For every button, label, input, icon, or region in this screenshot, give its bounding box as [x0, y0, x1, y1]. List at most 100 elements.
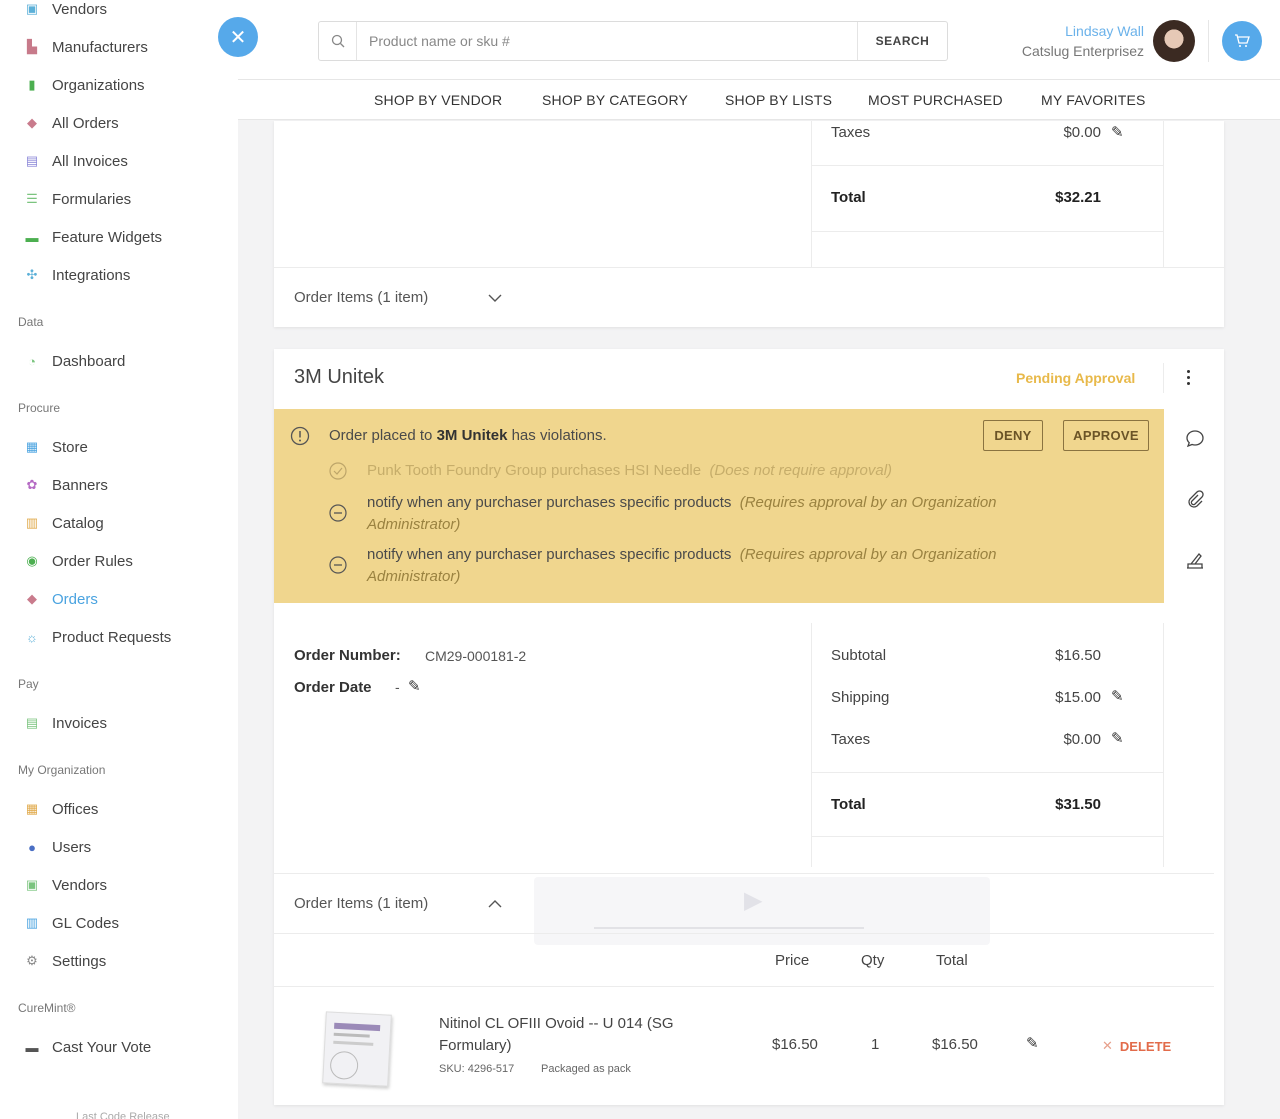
order-items-toggle[interactable]: Order Items (1 item) — [294, 289, 502, 306]
close-icon: ✕ — [229, 26, 247, 49]
gauge-icon: ◔ — [28, 353, 36, 369]
vendor-icon: ▣ — [25, 1, 39, 16]
divider — [811, 623, 812, 867]
nav-shop-by-vendor[interactable]: SHOP BY VENDOR — [374, 92, 502, 108]
search-input[interactable] — [357, 22, 857, 60]
divider — [274, 986, 1214, 987]
more-options-icon[interactable] — [1180, 365, 1196, 389]
sidebar-item-invoices[interactable]: ▤ Invoices — [24, 712, 107, 734]
user-company: Catslug Enterprisez — [1021, 43, 1144, 59]
sidebar-item-banners[interactable]: ✿ Banners — [24, 474, 108, 496]
shipping-value: $15.00 — [1055, 689, 1101, 706]
order-date-label: Order Date — [294, 679, 372, 696]
factory-icon: ▙ — [27, 39, 37, 54]
divider — [1163, 121, 1164, 267]
nav-shop-by-category[interactable]: SHOP BY CATEGORY — [542, 92, 688, 108]
sidebar-item-organizations[interactable]: ▮ Organizations — [24, 74, 144, 96]
chevron-up-icon — [488, 895, 502, 912]
tag-icon: ◆ — [27, 591, 37, 606]
paperclip-icon[interactable] — [1184, 488, 1206, 510]
sidebar-item-settings[interactable]: ⚙ Settings — [24, 950, 106, 972]
avatar[interactable] — [1153, 20, 1195, 62]
edit-order-date-pencil-icon[interactable]: ✎ — [408, 677, 421, 695]
sidebar-item-vendors[interactable]: ▣ Vendors — [24, 0, 107, 20]
sidebar-item-dashboard[interactable]: ◔ Dashboard — [24, 350, 125, 372]
sidebar-item-label: Settings — [52, 952, 107, 970]
sidebar-item-users[interactable]: ● Users — [24, 836, 91, 858]
violation-rule-2: notify when any purchaser purchases spec… — [367, 494, 997, 533]
sidebar-item-orders[interactable]: ◆ Orders — [24, 588, 98, 610]
sidebar-section-curemint-: CureMint® — [18, 1001, 76, 1015]
shipping-row: Shipping $15.00 — [831, 689, 1101, 709]
column-qty: Qty — [861, 952, 885, 969]
sidebar-item-cast-your-vote[interactable]: ▬ Cast Your Vote — [24, 1036, 152, 1058]
header: SEARCH Lindsay Wall Catslug Enterprisez — [238, 0, 1280, 80]
shipping-label: Shipping — [831, 689, 890, 706]
taxes-label: Taxes — [831, 124, 871, 141]
check-circle-icon — [329, 462, 347, 485]
sidebar-item-label: Catalog — [52, 514, 104, 532]
edit-taxes-pencil-icon[interactable]: ✎ — [1111, 729, 1124, 747]
gear-icon: ⚙ — [26, 953, 38, 968]
sidebar-item-label: Orders — [52, 590, 98, 608]
user-name[interactable]: Lindsay Wall — [1065, 23, 1144, 39]
item-qty: 1 — [871, 1036, 880, 1053]
play-icon[interactable]: ▶ — [744, 886, 762, 915]
building-icon: ▦ — [25, 801, 39, 816]
sidebar-item-label: Product Requests — [52, 628, 172, 646]
sidebar-item-store[interactable]: ▦ Store — [24, 436, 88, 458]
delete-item-button[interactable]: ✕ DELETE — [1102, 1038, 1171, 1054]
total-value: $32.21 — [1055, 189, 1101, 206]
product-image[interactable] — [322, 1011, 392, 1087]
sidebar-item-product-requests[interactable]: ☼ Product Requests — [24, 626, 171, 648]
sidebar-item-label: Dashboard — [52, 352, 126, 370]
sidebar-item-all-invoices[interactable]: ▤ All Invoices — [24, 150, 128, 172]
sidebar-item-label: All Invoices — [52, 152, 128, 170]
total-label: Total — [831, 796, 866, 813]
divider — [812, 836, 1164, 837]
sidebar-item-catalog[interactable]: ▥ Catalog — [24, 512, 104, 534]
item-price: $16.50 — [772, 1036, 818, 1053]
edit-item-pencil-icon[interactable]: ✎ — [1026, 1034, 1039, 1052]
chat-icon: ▬ — [25, 229, 39, 245]
sidebar-item-formularies[interactable]: ☰ Formularies — [24, 188, 131, 210]
column-total: Total — [936, 952, 968, 969]
sidebar-item-label: Offices — [52, 800, 99, 818]
sidebar-item-all-orders[interactable]: ◆ All Orders — [24, 112, 119, 134]
nav-most-purchased[interactable]: MOST PURCHASED — [868, 92, 1003, 108]
sidebar-item-label: Store — [52, 438, 88, 456]
sidebar-item-offices[interactable]: ▦ Offices — [24, 798, 99, 820]
formulary-icon: ☰ — [26, 191, 38, 206]
nav-my-favorites[interactable]: MY FAVORITES — [1041, 92, 1146, 108]
sidebar-item-label: Users — [52, 838, 92, 856]
sidebar-item-gl-codes[interactable]: ▥ GL Codes — [24, 912, 119, 934]
book-icon: ▥ — [25, 515, 39, 530]
minus-circle-icon — [329, 556, 347, 579]
approve-button[interactable]: APPROVE — [1063, 420, 1149, 451]
comment-icon[interactable] — [1184, 428, 1206, 450]
nav-shop-by-lists[interactable]: SHOP BY LISTS — [725, 92, 832, 108]
cart-button[interactable] — [1222, 21, 1262, 61]
edit-shipping-pencil-icon[interactable]: ✎ — [1111, 687, 1124, 705]
divider — [812, 231, 1164, 232]
divider — [812, 165, 1164, 166]
deny-button[interactable]: DENY — [983, 420, 1043, 451]
sidebar-item-vendors[interactable]: ▣ Vendors — [24, 874, 107, 896]
sidebar-item-feature-widgets[interactable]: ▬ Feature Widgets — [24, 226, 163, 248]
sidebar-item-manufacturers[interactable]: ▙ Manufacturers — [24, 36, 148, 58]
order-card-previous: Taxes $0.00 ✎ Total $32.21 Order Items (… — [274, 121, 1224, 327]
chevron-down-icon — [488, 291, 502, 305]
product-name[interactable]: Nitinol CL OFIII Ovoid -- U 014 (SG Form… — [439, 1013, 719, 1057]
divider — [274, 267, 1224, 268]
close-sidebar-button[interactable]: ✕ — [218, 17, 258, 57]
sign-icon[interactable] — [1184, 549, 1206, 571]
sidebar-section-procure: Procure — [18, 401, 61, 415]
edit-taxes-pencil-icon[interactable]: ✎ — [1111, 123, 1124, 141]
search-button[interactable]: SEARCH — [857, 22, 947, 60]
video-player-overlay[interactable]: ▶ — [534, 877, 990, 945]
sidebar-item-integrations[interactable]: ✣ Integrations — [24, 264, 131, 286]
order-items-toggle[interactable]: Order Items (1 item) — [294, 895, 502, 912]
subtotal-label: Subtotal — [831, 647, 887, 664]
product-packaging: Packaged as pack — [541, 1063, 631, 1075]
sidebar-item-order-rules[interactable]: ◉ Order Rules — [24, 550, 133, 572]
